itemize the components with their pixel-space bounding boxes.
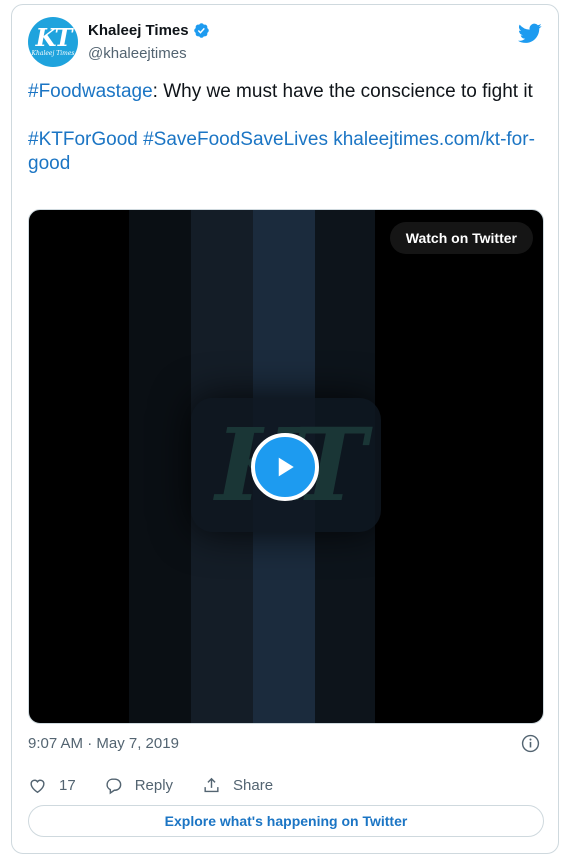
tweet-card: KT Khaleej Times Khaleej Times @khaleejt… bbox=[11, 4, 559, 854]
video-player[interactable]: KT Watch on Twitter bbox=[28, 209, 544, 724]
hashtag-foodwastage[interactable]: #Foodwastage bbox=[28, 81, 153, 102]
verified-badge-icon bbox=[193, 23, 209, 38]
play-icon bbox=[278, 457, 294, 477]
author-name-row: Khaleej Times bbox=[88, 22, 210, 39]
reply-button[interactable]: Reply bbox=[104, 776, 173, 795]
hashtag-ktforgood[interactable]: #KTForGood bbox=[28, 129, 138, 150]
watch-on-twitter-button[interactable]: Watch on Twitter bbox=[389, 222, 533, 254]
tweet-timestamp[interactable]: 9:07 AM · May 7, 2019 bbox=[28, 735, 179, 752]
hashtag-savefoodsavelives[interactable]: #SaveFoodSaveLives bbox=[143, 129, 328, 150]
reply-label: Reply bbox=[134, 776, 174, 794]
avatar-monogram: KT bbox=[35, 23, 73, 52]
share-icon bbox=[204, 777, 219, 792]
like-count: 17 bbox=[59, 776, 76, 794]
explore-twitter-button[interactable]: Explore what's happening on Twitter bbox=[28, 805, 544, 837]
play-button[interactable] bbox=[251, 433, 319, 501]
tweet-text-line-2: #KTForGood #SaveFoodSaveLives khaleejtim… bbox=[28, 128, 548, 176]
author-display-name[interactable]: Khaleej Times bbox=[88, 22, 189, 39]
video-light-beam bbox=[129, 210, 191, 723]
tweet-text-line-1: #Foodwastage: Why we must have the consc… bbox=[28, 80, 548, 104]
author-handle[interactable]: @khaleejtimes bbox=[88, 45, 187, 62]
avatar-subtitle: Khaleej Times bbox=[31, 50, 75, 57]
tweet-actions: 17 Reply Share bbox=[28, 775, 273, 795]
share-label: Share bbox=[233, 776, 274, 794]
twitter-bird-icon[interactable] bbox=[518, 21, 542, 45]
like-button[interactable]: 17 bbox=[28, 776, 76, 795]
avatar[interactable]: KT Khaleej Times bbox=[28, 17, 78, 67]
heart-icon bbox=[30, 779, 45, 793]
info-icon[interactable] bbox=[521, 734, 540, 753]
tweet-text: #Foodwastage: Why we must have the consc… bbox=[28, 80, 548, 176]
tweet-body-text: : Why we must have the conscience to fig… bbox=[152, 81, 533, 102]
reply-bubble-icon bbox=[106, 777, 121, 794]
share-button[interactable]: Share bbox=[202, 776, 273, 795]
